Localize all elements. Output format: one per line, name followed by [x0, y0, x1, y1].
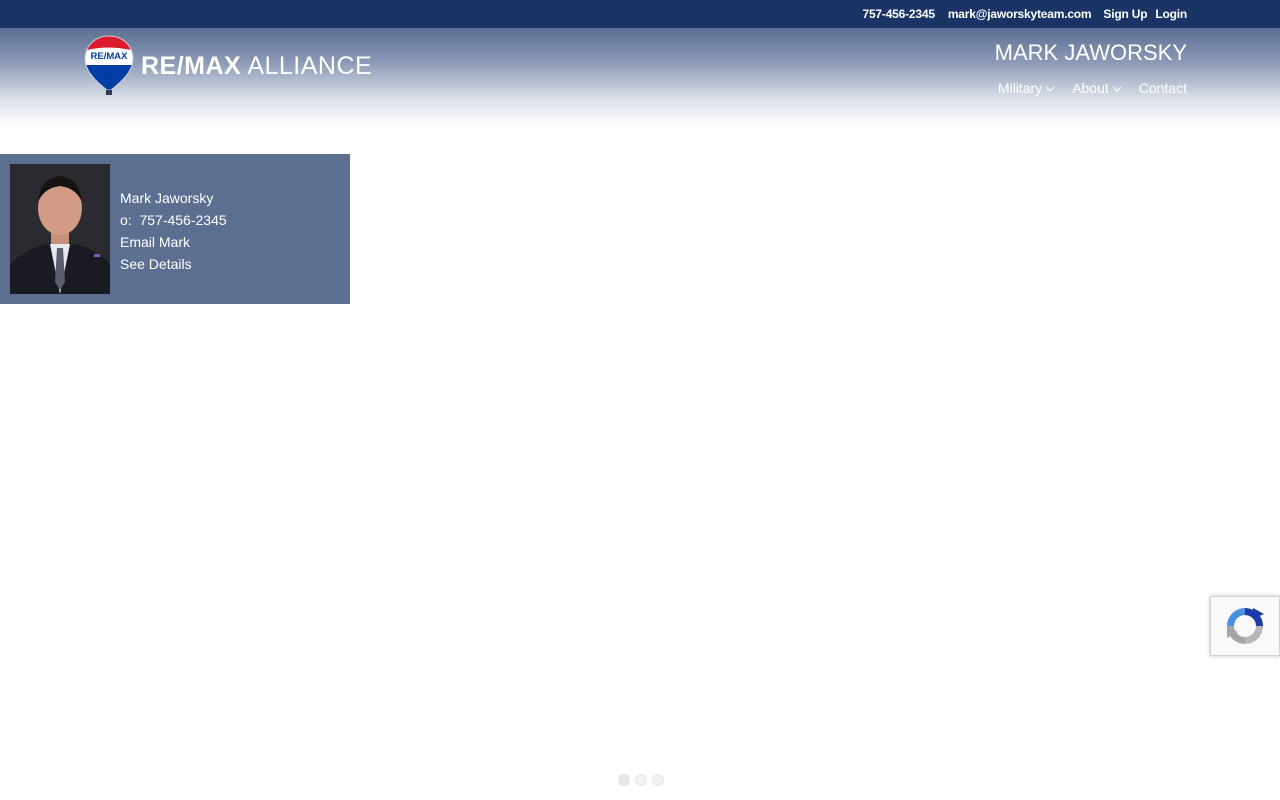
carousel-dot[interactable]	[652, 774, 664, 786]
nav-item-about[interactable]: About	[1072, 80, 1122, 96]
agent-card: Mark Jaworsky o: 757-456-2345 Email Mark…	[0, 154, 350, 304]
office-prefix: o:	[120, 212, 132, 228]
carousel-dots	[618, 774, 664, 786]
agent-name-link[interactable]: Mark Jaworsky	[120, 187, 227, 209]
office-phone-link[interactable]: 757-456-2345	[139, 212, 226, 228]
site-header: RE/MAX RE/MAX ALLIANCE MARK JAWORSKY Mil…	[0, 28, 1280, 128]
logo-wordmark: RE/MAX ALLIANCE	[141, 52, 372, 81]
chevron-down-icon	[1045, 86, 1055, 92]
chevron-down-icon	[1112, 86, 1122, 92]
see-details-link[interactable]: See Details	[120, 253, 227, 275]
email-agent-link[interactable]: Email Mark	[120, 231, 227, 253]
remax-logo[interactable]: RE/MAX RE/MAX ALLIANCE	[84, 35, 372, 97]
agent-name-title: MARK JAWORSKY	[994, 40, 1187, 65]
nav-item-label: Contact	[1138, 80, 1187, 96]
login-link[interactable]: Login	[1155, 7, 1187, 21]
nav-item-contact[interactable]: Contact	[1139, 80, 1187, 96]
agent-photo	[10, 164, 110, 294]
signup-link[interactable]: Sign Up	[1103, 7, 1147, 21]
nav-item-military[interactable]: Military	[998, 80, 1055, 96]
topbar-phone-link[interactable]: 757-456-2345	[862, 7, 935, 21]
main-nav: Military About Contact	[998, 80, 1187, 96]
logo-wordmark-office: ALLIANCE	[247, 51, 373, 80]
top-bar: 757-456-2345 mark@jaworskyteam.com Sign …	[0, 0, 1280, 28]
svg-text:RE/MAX: RE/MAX	[91, 51, 129, 62]
topbar-email-link[interactable]: mark@jaworskyteam.com	[948, 7, 1092, 21]
nav-item-label: Military	[997, 80, 1043, 96]
logo-wordmark-brand: RE/MAX	[141, 51, 242, 80]
recaptcha-icon	[1227, 608, 1264, 644]
agent-office-line: o: 757-456-2345	[120, 209, 227, 231]
recaptcha-badge[interactable]	[1210, 596, 1280, 656]
nav-item-label: About	[1072, 80, 1109, 96]
carousel-dot[interactable]	[618, 774, 630, 786]
balloon-icon: RE/MAX	[84, 35, 134, 95]
agent-info: Mark Jaworsky o: 757-456-2345 Email Mark…	[120, 187, 227, 275]
carousel-dot[interactable]	[635, 774, 647, 786]
